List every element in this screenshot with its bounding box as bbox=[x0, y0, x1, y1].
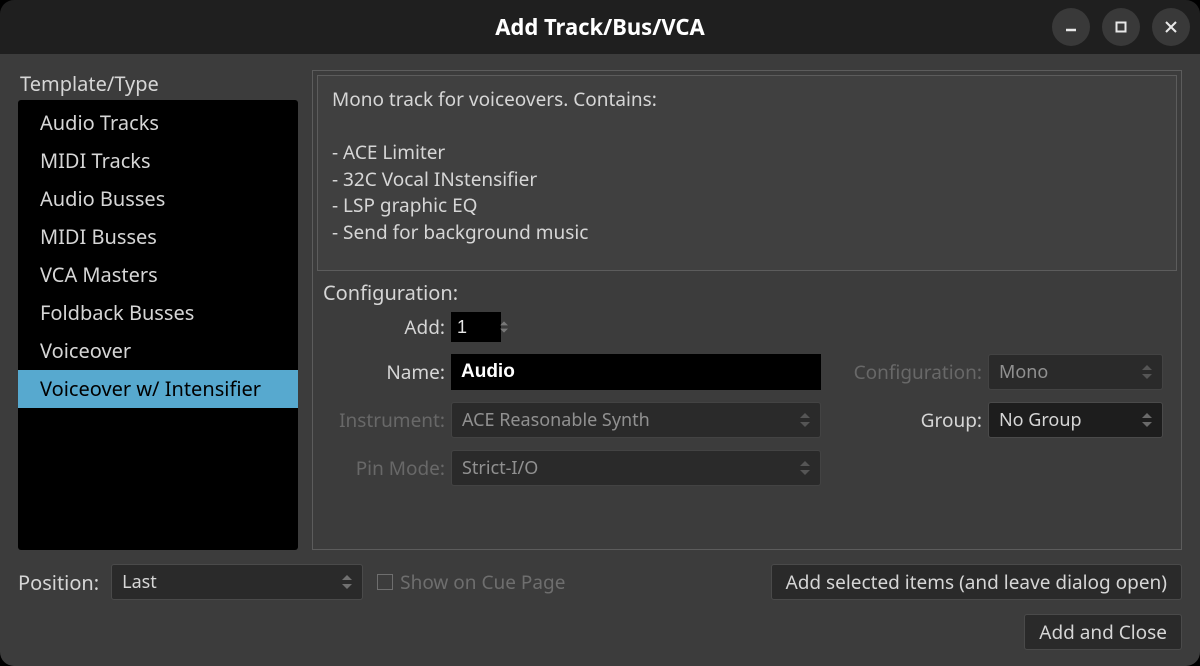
minimize-icon bbox=[1063, 19, 1079, 35]
configuration-value: Mono bbox=[999, 360, 1048, 384]
template-item-audio-tracks[interactable]: Audio Tracks bbox=[18, 104, 298, 142]
configuration-label: Configuration: bbox=[827, 359, 982, 385]
spinner-icon bbox=[800, 461, 810, 475]
template-item-midi-tracks[interactable]: MIDI Tracks bbox=[18, 142, 298, 180]
add-input[interactable] bbox=[451, 312, 501, 342]
spinner-icon bbox=[1142, 413, 1152, 427]
template-item-foldback-busses[interactable]: Foldback Busses bbox=[18, 294, 298, 332]
titlebar: Add Track/Bus/VCA bbox=[0, 0, 1200, 54]
template-heading: Template/Type bbox=[18, 70, 298, 97]
spinner-icon bbox=[342, 575, 352, 589]
window-buttons bbox=[1052, 8, 1190, 46]
footer-row: Position: Last Show on Cue Page Add sele… bbox=[18, 564, 1182, 600]
close-button[interactable] bbox=[1152, 8, 1190, 46]
maximize-icon bbox=[1113, 19, 1129, 35]
template-description: Mono track for voiceovers. Contains: - A… bbox=[317, 75, 1177, 271]
position-value: Last bbox=[122, 570, 157, 594]
configuration-heading: Configuration: bbox=[323, 279, 1171, 306]
template-item-midi-busses[interactable]: MIDI Busses bbox=[18, 218, 298, 256]
add-leave-open-button[interactable]: Add selected items (and leave dialog ope… bbox=[771, 564, 1182, 600]
group-value: No Group bbox=[999, 408, 1082, 432]
instrument-select[interactable]: ACE Reasonable Synth bbox=[451, 402, 821, 438]
show-cue-label: Show on Cue Page bbox=[400, 569, 565, 595]
template-column: Template/Type Audio Tracks MIDI Tracks A… bbox=[18, 70, 298, 550]
pinmode-value: Strict-I/O bbox=[462, 456, 538, 480]
configuration-select[interactable]: Mono bbox=[988, 354, 1163, 390]
pinmode-label: Pin Mode: bbox=[325, 455, 445, 481]
template-item-vca-masters[interactable]: VCA Masters bbox=[18, 256, 298, 294]
spinner-icon bbox=[1142, 365, 1152, 379]
spinner-icon bbox=[800, 413, 810, 427]
configuration-grid: Add: Name: Configu bbox=[325, 312, 1171, 486]
spinner-icon[interactable] bbox=[500, 321, 508, 332]
top-row: Template/Type Audio Tracks MIDI Tracks A… bbox=[18, 70, 1182, 550]
show-cue-row[interactable]: Show on Cue Page bbox=[377, 569, 565, 595]
template-item-voiceover-intensifier[interactable]: Voiceover w/ Intensifier bbox=[18, 370, 298, 408]
name-label: Name: bbox=[325, 359, 445, 385]
template-list[interactable]: Audio Tracks MIDI Tracks Audio Busses MI… bbox=[18, 100, 298, 550]
template-item-voiceover[interactable]: Voiceover bbox=[18, 332, 298, 370]
name-cell bbox=[451, 354, 821, 390]
position-select[interactable]: Last bbox=[111, 564, 363, 600]
pinmode-select[interactable]: Strict-I/O bbox=[451, 450, 821, 486]
instrument-value: ACE Reasonable Synth bbox=[462, 408, 650, 432]
template-item-audio-busses[interactable]: Audio Busses bbox=[18, 180, 298, 218]
close-icon bbox=[1163, 19, 1179, 35]
configuration-area: Configuration: Add: Name: bbox=[317, 271, 1177, 488]
add-label: Add: bbox=[325, 314, 445, 340]
instrument-label: Instrument: bbox=[325, 407, 445, 433]
details-panel: Mono track for voiceovers. Contains: - A… bbox=[312, 70, 1182, 550]
dialog-body: Template/Type Audio Tracks MIDI Tracks A… bbox=[0, 54, 1200, 666]
position-label: Position: bbox=[18, 569, 99, 596]
add-cell bbox=[451, 312, 821, 342]
show-cue-checkbox[interactable] bbox=[377, 574, 393, 590]
footer-row-2: Add and Close bbox=[18, 614, 1182, 650]
add-spinbox[interactable] bbox=[451, 312, 507, 342]
window-title: Add Track/Bus/VCA bbox=[495, 12, 705, 42]
name-input[interactable] bbox=[451, 354, 821, 390]
add-and-close-button[interactable]: Add and Close bbox=[1024, 614, 1182, 650]
dialog-window: Add Track/Bus/VCA Template/Type Audio Tr… bbox=[0, 0, 1200, 666]
group-select[interactable]: No Group bbox=[988, 402, 1163, 438]
group-label: Group: bbox=[827, 407, 982, 433]
minimize-button[interactable] bbox=[1052, 8, 1090, 46]
maximize-button[interactable] bbox=[1102, 8, 1140, 46]
